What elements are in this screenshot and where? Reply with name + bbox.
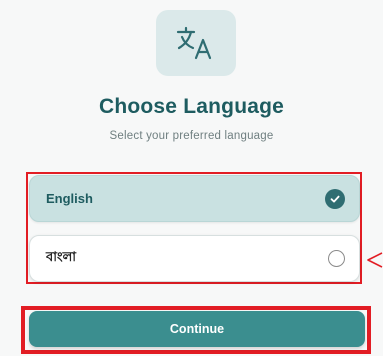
continue-button[interactable]: Continue (29, 311, 365, 347)
app-logo (156, 10, 236, 76)
language-option-english[interactable]: English (29, 175, 360, 222)
page-title: Choose Language (98, 95, 285, 118)
radio-empty-icon[interactable] (328, 250, 345, 267)
translate-icon (176, 26, 212, 60)
language-label-english: English (46, 191, 93, 206)
language-label-bangla: বাংলা (46, 249, 77, 264)
arrow-left-icon (367, 252, 383, 268)
check-circle-icon (325, 188, 345, 209)
language-option-bangla[interactable]: বাংলা (29, 235, 360, 282)
page-subtitle: Select your preferred language (109, 130, 274, 142)
